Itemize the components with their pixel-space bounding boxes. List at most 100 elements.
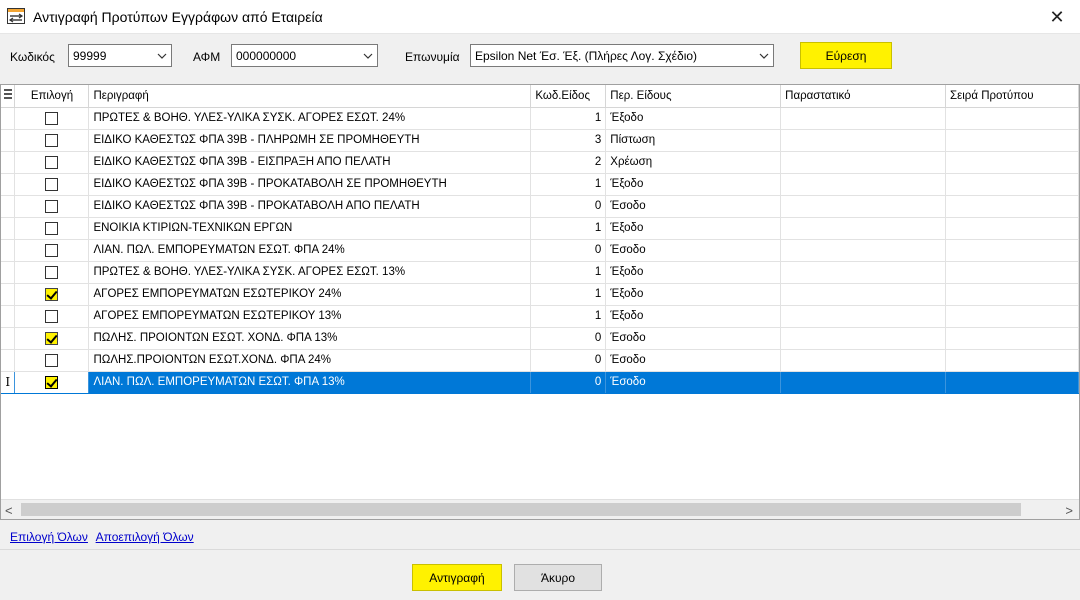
table-row[interactable]: I ΛΙΑΝ. ΠΩΛ. ΕΜΠΟΡΕΥΜΑΤΩΝ ΕΣΩΤ. ΦΠΑ 13% 0 Έ… [1,371,1079,394]
row-checkbox[interactable] [45,265,59,279]
copy-button-label: Αντιγραφή [429,570,485,585]
copy-button[interactable]: Αντιγραφή [412,564,502,591]
row-description: ΕΝΟΙΚΙΑ ΚΤΙΡΙΩΝ-ΤΕΧΝΙΚΩΝ ΕΡΓΩΝ [88,217,532,240]
code-combo[interactable]: 99999 [68,44,172,67]
column-header-select[interactable]: Επιλογή [14,85,90,108]
row-description: ΕΙΔΙΚΟ ΚΑΘΕΣΤΩΣ ΦΠΑ 39Β - ΠΡΟΚΑΤΑΒΟΛΗ ΑΠ… [88,195,532,218]
row-checkbox-cell[interactable] [14,217,90,240]
close-button[interactable]: ✕ [1034,0,1080,34]
row-checkbox[interactable] [45,111,59,125]
table-row[interactable]: ΠΡΩΤΕΣ & ΒΟΗΘ. ΥΛΕΣ-ΥΛΙΚΑ ΣΥΣΚ. ΑΓΟΡΕΣ Ε… [1,261,1079,284]
table-row[interactable]: ΠΩΛΗΣ.ΠΡΟΙΟΝΤΩΝ ΕΣΩΤ.ΧΟΝΔ. ΦΠΑ 24% 0 Έσοδο [1,349,1079,372]
row-indicator[interactable] [1,107,16,130]
row-checkbox-cell[interactable] [14,283,90,306]
row-indicator[interactable] [1,217,16,240]
scroll-left-icon[interactable]: < [5,503,13,518]
row-indicator[interactable] [1,239,16,262]
row-indicator[interactable] [1,327,16,350]
row-indicator[interactable] [1,261,16,284]
row-description: ΛΙΑΝ. ΠΩΛ. ΕΜΠΟΡΕΥΜΑΤΩΝ ΕΣΩΤ. ΦΠΑ 24% [88,239,532,262]
row-checkbox-cell[interactable] [14,195,90,218]
row-checkbox[interactable] [45,243,59,257]
row-indicator[interactable] [1,195,16,218]
row-checkbox-cell[interactable] [14,239,90,262]
row-indicator[interactable] [1,173,16,196]
row-template-series [945,151,1079,174]
deselect-all-link[interactable]: Αποεπιλογή Όλων [96,530,194,544]
row-checkbox-cell[interactable] [14,173,90,196]
row-checkbox-cell[interactable] [14,107,90,130]
horizontal-scrollbar[interactable]: < > [1,499,1079,519]
row-checkbox-cell[interactable] [14,327,90,350]
table-row[interactable]: ΛΙΑΝ. ΠΩΛ. ΕΜΠΟΡΕΥΜΑΤΩΝ ΕΣΩΤ. ΦΠΑ 24% 0 Έσ… [1,239,1079,262]
row-checkbox[interactable] [45,155,59,169]
find-button[interactable]: Εύρεση [800,42,892,69]
row-checkbox[interactable] [45,199,59,213]
row-checkbox[interactable] [45,221,59,235]
chevron-down-icon[interactable] [157,51,167,61]
scroll-right-icon[interactable]: > [1065,503,1073,518]
row-checkbox[interactable] [45,133,59,147]
row-checkbox-cell[interactable] [14,129,90,152]
table-row[interactable]: ΠΡΩΤΕΣ & ΒΟΗΘ. ΥΛΕΣ-ΥΛΙΚΑ ΣΥΣΚ. ΑΓΟΡΕΣ Ε… [1,107,1079,130]
row-checkbox-cell[interactable] [14,261,90,284]
row-description: ΕΙΔΙΚΟ ΚΑΘΕΣΤΩΣ ΦΠΑ 39Β - ΠΛΗΡΩΜΗ ΣΕ ΠΡΟ… [88,129,532,152]
row-checkbox[interactable] [45,177,59,191]
table-row[interactable]: ΕΙΔΙΚΟ ΚΑΘΕΣΤΩΣ ΦΠΑ 39Β - ΠΛΗΡΩΜΗ ΣΕ ΠΡΟ… [1,129,1079,152]
window-title: Αντιγραφή Προτύπων Εγγράφων από Εταιρεία [33,9,323,25]
row-description: ΑΓΟΡΕΣ ΕΜΠΟΡΕΥΜΑΤΩΝ ΕΣΩΤΕΡΙΚΟΥ 24% [88,283,532,306]
row-type-code: 0 [530,239,607,262]
row-template-series [945,305,1079,328]
scrollbar-thumb[interactable] [21,503,1021,516]
row-description: ΠΡΩΤΕΣ & ΒΟΗΘ. ΥΛΕΣ-ΥΛΙΚΑ ΣΥΣΚ. ΑΓΟΡΕΣ Ε… [88,107,532,130]
row-indicator[interactable] [1,129,16,152]
row-template-series [945,195,1079,218]
row-checkbox-cell[interactable] [14,371,90,394]
cancel-button[interactable]: Άκυρο [514,564,602,591]
row-checkbox[interactable] [45,287,59,301]
row-template-series [945,327,1079,350]
column-header-document[interactable]: Παραστατικό [780,85,947,108]
row-type-code: 1 [530,305,607,328]
chevron-down-icon[interactable] [363,51,373,61]
row-type-description: Έξοδο [605,283,782,306]
row-checkbox-cell[interactable] [14,305,90,328]
table-row[interactable]: ΕΙΔΙΚΟ ΚΑΘΕΣΤΩΣ ΦΠΑ 39Β - ΠΡΟΚΑΤΑΒΟΛΗ ΣΕ… [1,173,1079,196]
column-header-template-series[interactable]: Σειρά Προτύπου [945,85,1079,108]
row-type-description: Έξοδο [605,173,782,196]
row-type-code: 2 [530,151,607,174]
row-indicator[interactable] [1,151,16,174]
afm-combo[interactable]: 000000000 [231,44,378,67]
grid-menu-icon[interactable] [1,85,16,108]
row-type-description: Έσοδο [605,239,782,262]
table-row[interactable]: ΕΙΔΙΚΟ ΚΑΘΕΣΤΩΣ ΦΠΑ 39Β - ΠΡΟΚΑΤΑΒΟΛΗ ΑΠ… [1,195,1079,218]
row-checkbox-cell[interactable] [14,349,90,372]
row-template-series [945,371,1079,394]
column-header-type-code[interactable]: Κωδ.Είδος [530,85,607,108]
row-document [780,239,947,262]
code-value: 99999 [73,49,107,63]
column-header-description[interactable]: Περιγραφή [88,85,532,108]
row-checkbox[interactable] [45,353,59,367]
table-row[interactable]: ΕΙΔΙΚΟ ΚΑΘΕΣΤΩΣ ΦΠΑ 39Β - ΕΙΣΠΡΑΞΗ ΑΠΟ Π… [1,151,1079,174]
column-header-type-description[interactable]: Περ. Είδους [605,85,782,108]
row-indicator[interactable] [1,349,16,372]
row-document [780,327,947,350]
row-checkbox[interactable] [45,309,59,323]
row-checkbox-cell[interactable] [14,151,90,174]
table-row[interactable]: ΑΓΟΡΕΣ ΕΜΠΟΡΕΥΜΑΤΩΝ ΕΣΩΤΕΡΙΚΟΥ 24% 1 Έξοδο [1,283,1079,306]
row-checkbox[interactable] [45,375,59,389]
row-indicator[interactable] [1,283,16,306]
table-row[interactable]: ΠΩΛΗΣ. ΠΡΟΙΟΝΤΩΝ ΕΣΩΤ. ΧΟΝΔ. ΦΠΑ 13% 0 Έσο… [1,327,1079,350]
table-row[interactable]: ΑΓΟΡΕΣ ΕΜΠΟΡΕΥΜΑΤΩΝ ΕΣΩΤΕΡΙΚΟΥ 13% 1 Έξοδο [1,305,1079,328]
chevron-down-icon[interactable] [759,51,769,61]
row-indicator[interactable]: I [1,371,16,394]
row-document [780,261,947,284]
row-indicator[interactable] [1,305,16,328]
table-row[interactable]: ΕΝΟΙΚΙΑ ΚΤΙΡΙΩΝ-ΤΕΧΝΙΚΩΝ ΕΡΓΩΝ 1 Έξοδο [1,217,1079,240]
name-combo[interactable]: Epsilon Net Έσ. Έξ. (Πλήρες Λογ. Σχέδιο) [470,44,774,67]
row-type-code: 0 [530,327,607,350]
title-bar: Αντιγραφή Προτύπων Εγγράφων από Εταιρεία… [0,0,1080,34]
select-all-link[interactable]: Επιλογή Όλων [10,530,88,544]
row-checkbox[interactable] [45,331,59,345]
